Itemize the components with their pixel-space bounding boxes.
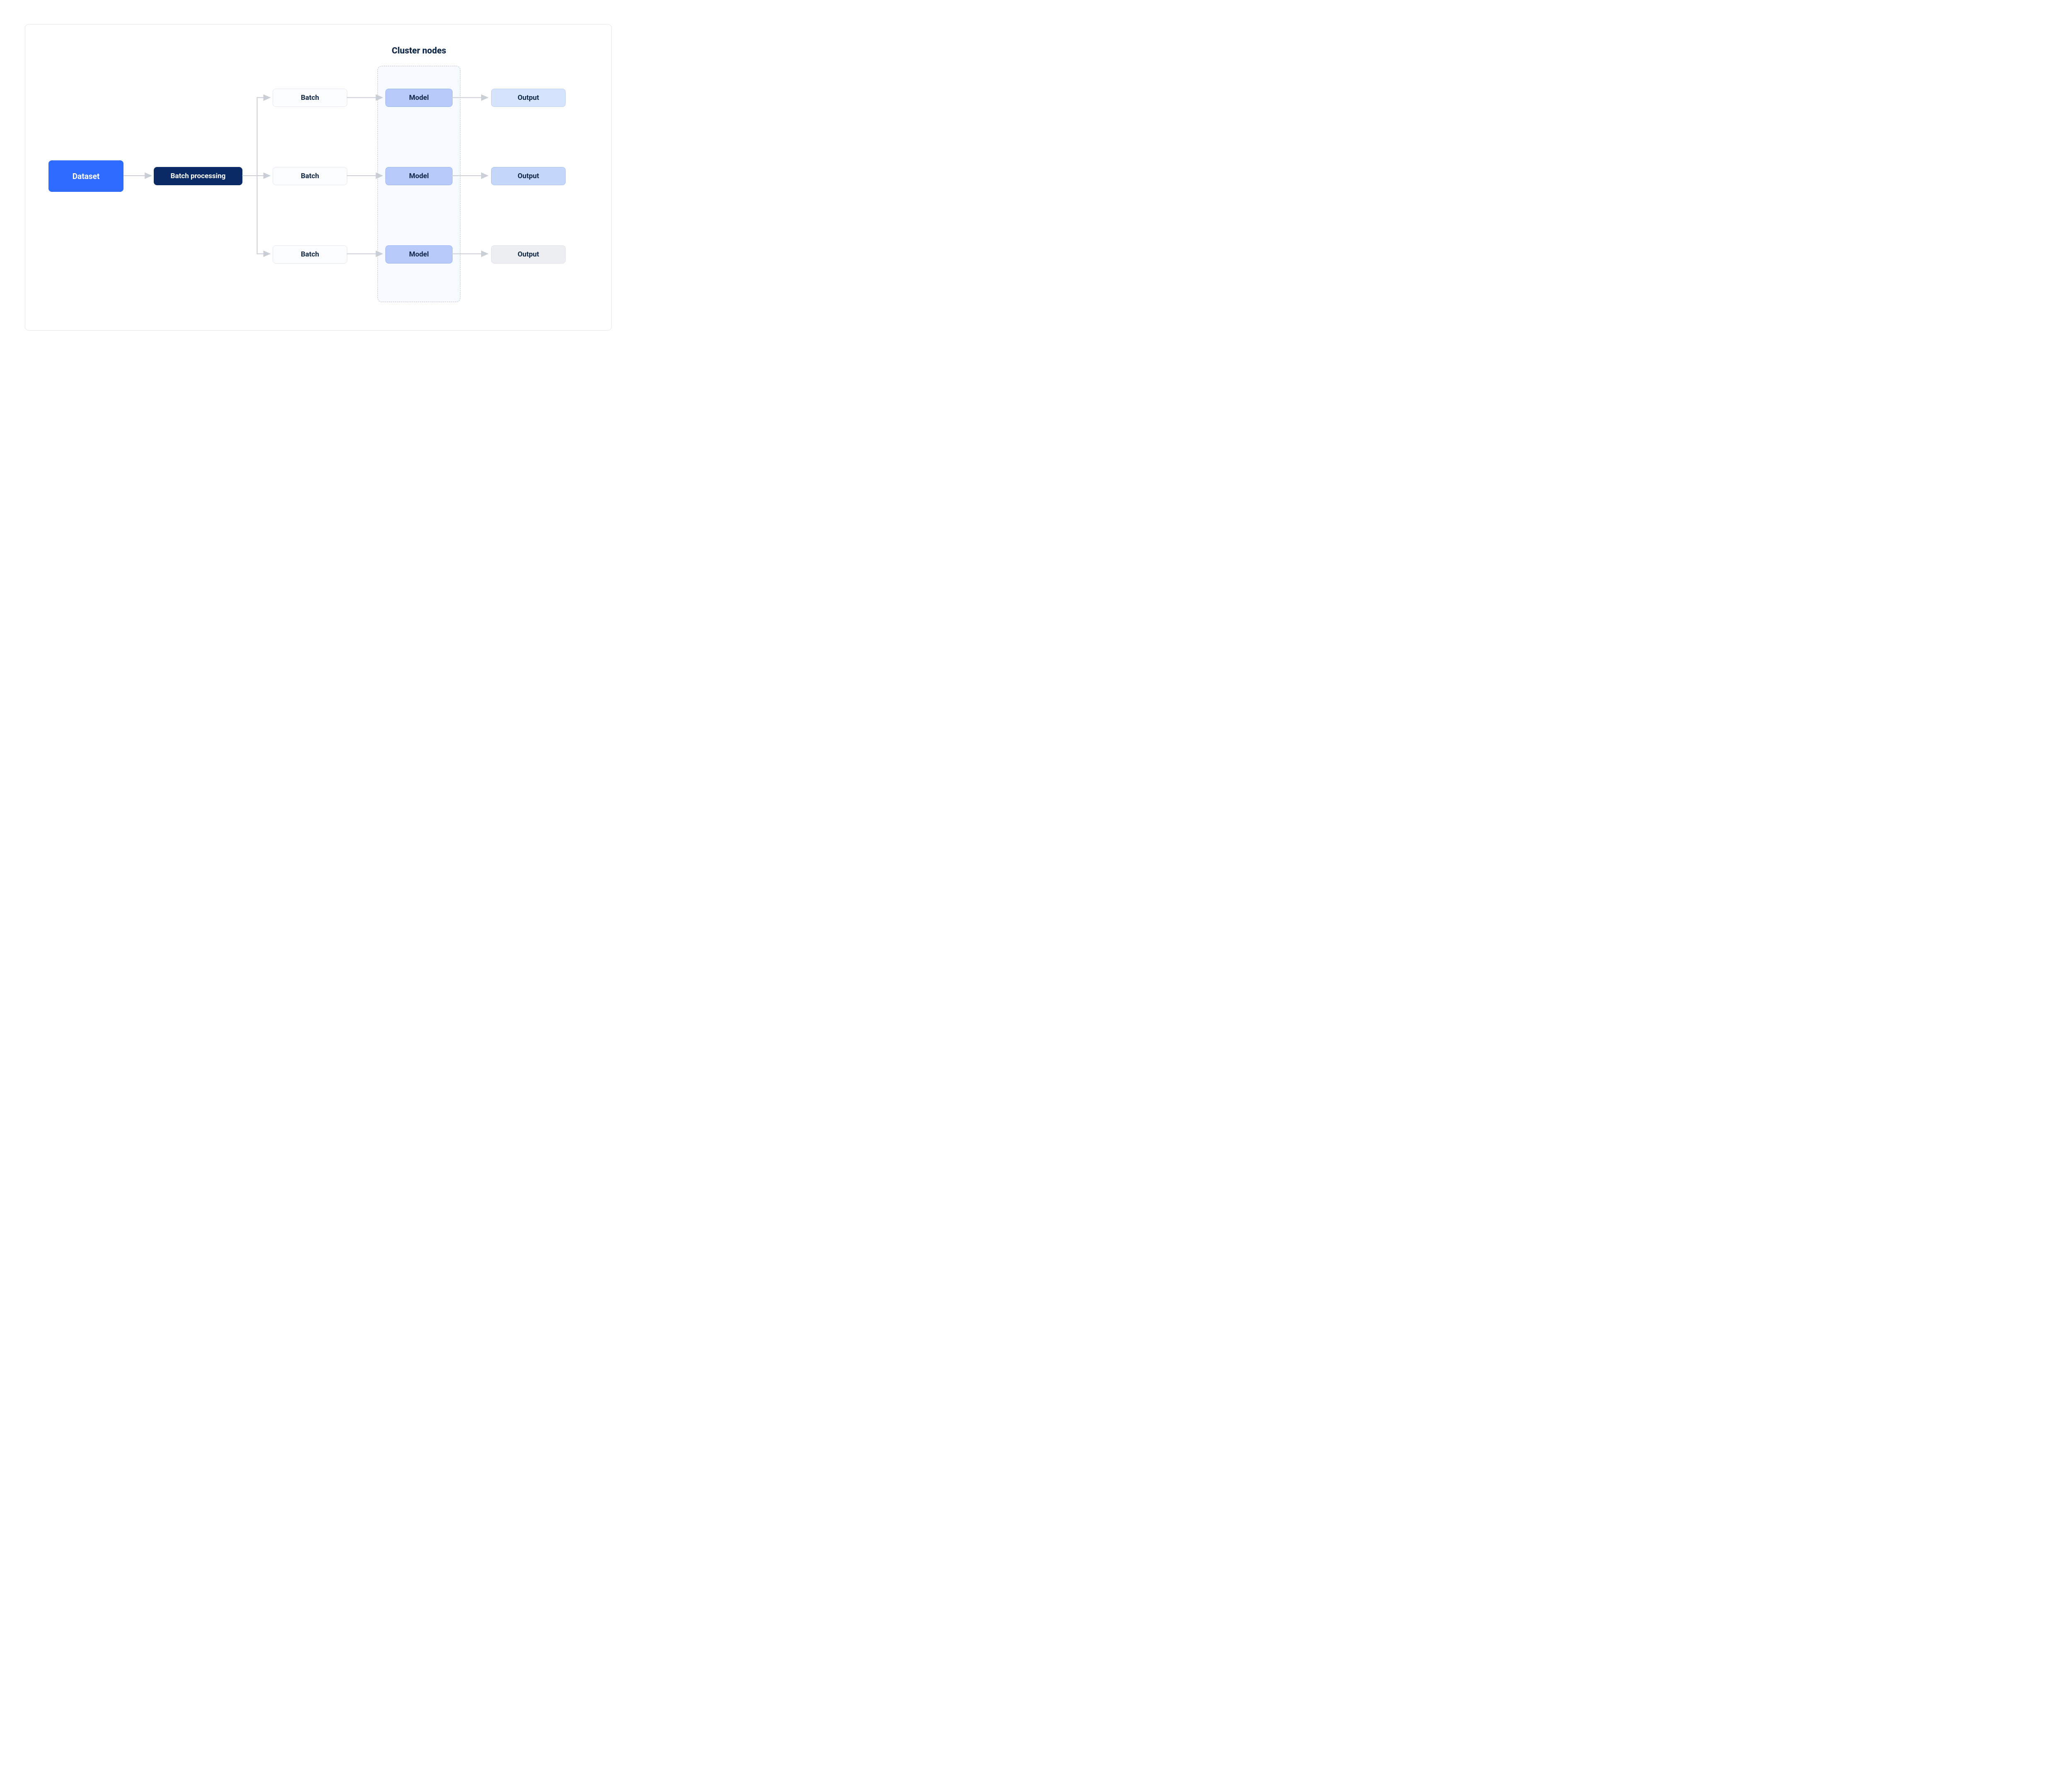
batch-processing-node: Batch processing <box>154 167 242 185</box>
batch-node-1: Batch <box>273 89 347 107</box>
cluster-title: Cluster nodes <box>378 46 460 56</box>
batch-node-2: Batch <box>273 167 347 185</box>
model-node-1: Model <box>385 89 453 107</box>
output-node-1: Output <box>491 89 566 107</box>
model-node-2: Model <box>385 167 453 185</box>
batch-node-3: Batch <box>273 245 347 264</box>
diagram-frame: Cluster nodes Dataset Batch processing B… <box>25 24 612 331</box>
model-node-3: Model <box>385 245 453 264</box>
output-node-2: Output <box>491 167 566 185</box>
output-node-3: Output <box>491 245 566 264</box>
dataset-node: Dataset <box>48 160 123 192</box>
